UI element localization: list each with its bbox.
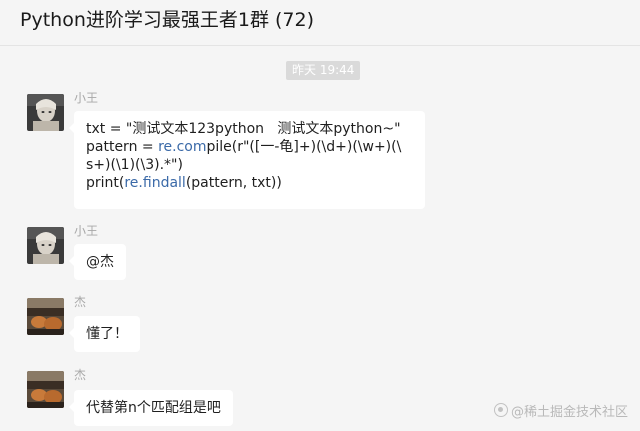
time-divider: 昨天 19:44: [286, 61, 361, 80]
avatar-image: [27, 371, 64, 408]
code-line-2: pattern = re.compile(r"([一-龟]+)(\d+)(\w+…: [86, 138, 417, 156]
code-link-re-findall[interactable]: re.findall: [124, 175, 185, 191]
code-line-3: s+)(\1)(\3).*"): [86, 157, 183, 173]
chat-title[interactable]: Python进阶学习最强王者1群 (72): [20, 5, 314, 32]
code-text: pile(r"([一-龟]+)(\d+)(\w+)(\: [206, 139, 402, 155]
watermark-logo-icon: [493, 403, 508, 417]
avatar-jie[interactable]: [27, 298, 64, 335]
sender-name: 小王: [74, 224, 99, 238]
avatar-image: [27, 298, 64, 335]
watermark-text: @稀土掘金技术社区: [510, 405, 628, 420]
avatar-image: [27, 94, 64, 131]
avatar-image: [27, 227, 64, 264]
sender-name: 杰: [74, 295, 87, 309]
code-line-1: txt = "测试文本123python 测试文本python~": [86, 121, 401, 137]
avatar-xiaowang[interactable]: [27, 94, 64, 131]
sender-name: 小王: [74, 91, 99, 105]
avatar-xiaowang[interactable]: [27, 227, 64, 264]
code-text: pattern =: [86, 139, 159, 155]
message-bubble-code[interactable]: txt = "测试文本123python 测试文本python~" patter…: [69, 111, 425, 209]
watermark: @稀土掘金技术社区: [493, 401, 628, 420]
code-text: print(: [86, 175, 125, 191]
code-text: (pattern, txt)): [185, 175, 282, 191]
message-bubble[interactable]: @杰: [69, 244, 126, 280]
header-divider: [0, 45, 640, 46]
chat-header: Python进阶学习最强王者1群 (72): [0, 0, 640, 40]
code-link-re-compile[interactable]: re.com: [158, 139, 206, 155]
avatar-jie[interactable]: [27, 371, 64, 408]
sender-name: 杰: [74, 368, 87, 382]
message-bubble[interactable]: 懂了！: [69, 316, 140, 352]
message-bubble[interactable]: 代替第n个匹配组是吧: [69, 390, 233, 426]
code-line-4: print(re.findall(pattern, txt)): [86, 174, 417, 192]
